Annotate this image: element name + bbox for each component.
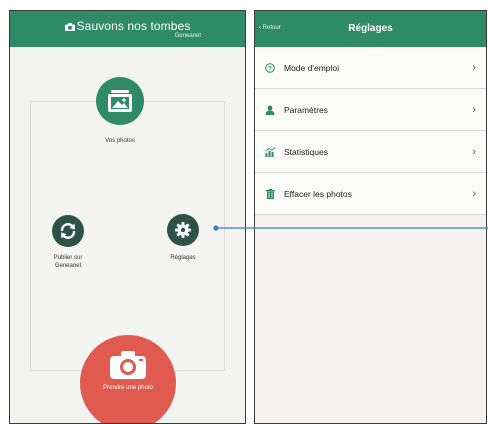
settings-screen: ‹ Retour Réglages ? Mode d'emploi › Para… <box>254 10 487 424</box>
publish-button[interactable] <box>52 215 84 247</box>
photos-label: Vos photos <box>105 138 135 144</box>
help-icon: ? <box>263 62 277 73</box>
menu-item-label: Mode d'emploi <box>284 62 340 73</box>
chevron-right-icon: › <box>472 187 476 200</box>
take-photo-label: Prendre une photo <box>103 385 153 391</box>
menu-item-label: Paramètres <box>284 104 328 115</box>
chevron-right-icon: › <box>472 145 476 158</box>
chevron-right-icon: › <box>472 61 476 74</box>
camera-logo-icon <box>64 20 75 34</box>
menu-item-label: Effacer les photos <box>284 188 352 199</box>
settings-menu: ? Mode d'emploi › Paramètres › Statistiq… <box>255 47 486 215</box>
photos-button[interactable] <box>96 77 144 125</box>
user-icon <box>263 105 277 115</box>
menu-item-mode-emploi[interactable]: ? Mode d'emploi › <box>255 47 486 89</box>
take-photo-button[interactable]: Prendre une photo <box>80 335 176 423</box>
menu-item-parametres[interactable]: Paramètres › <box>255 89 486 131</box>
app-title: Sauvons nos tombes <box>10 19 245 34</box>
sync-icon <box>60 223 76 239</box>
publish-label: Publier sur Geneanet <box>53 255 83 269</box>
connector-line <box>213 225 488 231</box>
settings-button[interactable] <box>167 214 199 246</box>
app-header: Sauvons nos tombes Geneanet <box>10 11 245 47</box>
menu-item-label: Statistiques <box>284 146 328 157</box>
menu-item-statistiques[interactable]: Statistiques › <box>255 131 486 173</box>
svg-text:?: ? <box>268 65 272 72</box>
settings-label: Réglages <box>170 255 196 261</box>
home-screen: Sauvons nos tombes Geneanet Vos photos P… <box>9 10 246 424</box>
nav-header: ‹ Retour Réglages <box>255 11 486 47</box>
chevron-right-icon: › <box>472 103 476 116</box>
menu-item-effacer-photos[interactable]: Effacer les photos › <box>255 173 486 215</box>
camera-icon <box>110 351 146 379</box>
app-title-text: Sauvons nos tombes <box>76 19 191 33</box>
app-subtitle: Geneanet <box>174 33 201 39</box>
gear-icon <box>175 222 191 238</box>
stats-icon <box>263 146 277 157</box>
photos-icon <box>108 90 132 112</box>
page-title: Réglages <box>348 23 393 34</box>
trash-icon <box>263 188 277 199</box>
